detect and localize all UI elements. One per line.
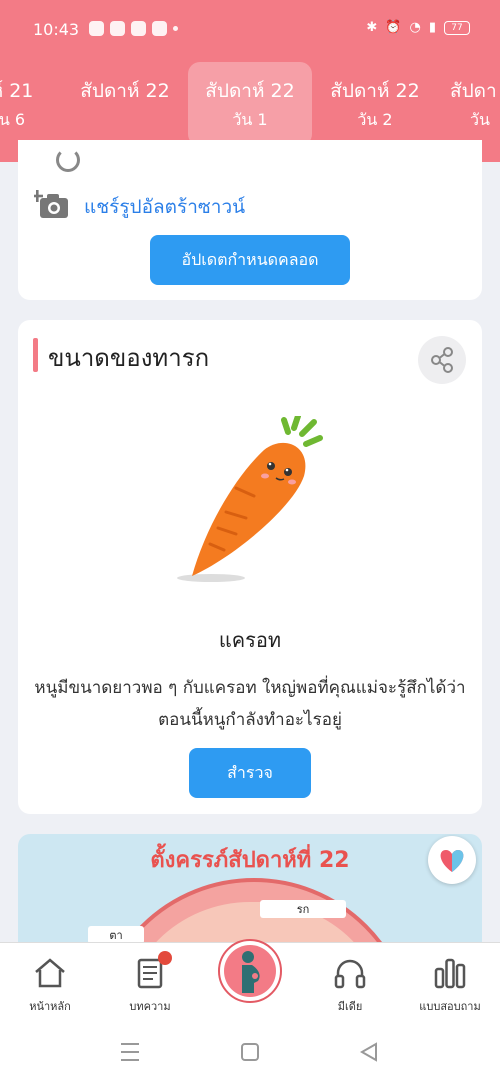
share-button[interactable] (418, 336, 466, 384)
heart-icon (440, 850, 464, 872)
week-tab-selected[interactable]: สัปดาห์ 22 วัน 1 (188, 62, 312, 146)
more-notifications-icon (173, 26, 178, 31)
back-icon[interactable] (359, 1042, 377, 1062)
nav-label: แบบสอบถาม (419, 1000, 481, 1013)
carrot-illustration (177, 416, 323, 582)
share-ultrasound-link[interactable]: แชร์รูปอัลตร้าซาวน์ (84, 192, 245, 222)
system-navigation-bar (0, 1022, 500, 1083)
nav-label: บทความ (129, 1000, 171, 1013)
bluetooth-icon: ✱ (366, 20, 378, 35)
message-app-icon (110, 21, 125, 36)
week-tab[interactable]: สัปดาห์ 22 (63, 62, 187, 146)
baby-size-card: ขนาดของทารก แครอท หนูมีขนาดยาวพอ ๆ กับแค… (18, 320, 482, 814)
heart-app-icon[interactable] (428, 836, 476, 884)
week-tab[interactable]: สัปดา วัน (430, 62, 500, 146)
banner-title: ตั้งครรภ์สัปดาห์ที่ 22 (150, 848, 350, 873)
add-photo-icon[interactable] (34, 188, 70, 220)
baby-size-title: ขนาดของทารก (48, 344, 210, 372)
home-square-icon[interactable] (241, 1043, 259, 1061)
update-due-date-button[interactable]: อัปเดตกำหนดคลอด (150, 235, 350, 285)
headphones-icon (334, 959, 366, 989)
nav-media[interactable]: มีเดีย (300, 943, 400, 1023)
app-icon (152, 21, 167, 36)
due-date-card: แชร์รูปอัลตร้าซาวน์ อัปเดตกำหนดคลอด (18, 140, 482, 300)
nav-articles[interactable]: บทความ (100, 943, 200, 1023)
nav-home[interactable]: หน้าหลัก (0, 943, 100, 1023)
signal-icon: ▮ (428, 20, 436, 35)
pregnant-woman-icon (242, 951, 260, 993)
nav-label: มีเดีย (337, 1000, 363, 1013)
partial-icon (56, 148, 80, 172)
alarm-icon: ⏰ (385, 20, 402, 35)
explore-button[interactable]: สำรวจ (189, 748, 311, 798)
nav-survey[interactable]: แบบสอบถาม (400, 943, 500, 1023)
app-header: 10:43 ✱ ⏰ ◔ ▮ 77 ห์ 21 น 6 สัปดาห์ 22 สั… (0, 0, 500, 162)
bar-chart-icon (434, 958, 466, 989)
baby-size-description: หนูมีขนาดยาวพอ ๆ กับแครอท ใหญ่พอที่คุณแม… (34, 678, 466, 730)
status-bar: 10:43 ✱ ⏰ ◔ ▮ 77 (0, 0, 500, 60)
week-selector[interactable]: ห์ 21 น 6 สัปดาห์ 22 สัปดาห์ 22 วัน 1 สั… (0, 62, 500, 146)
diagram-label: รก (260, 900, 346, 918)
nav-pregnancy[interactable] (218, 939, 282, 1003)
section-accent-bar (33, 338, 38, 372)
line-app-icon (89, 21, 104, 36)
menu-icon[interactable] (121, 1043, 139, 1061)
nav-label: หน้าหลัก (29, 1000, 71, 1013)
week-tab[interactable]: สัปดาห์ 22 วัน 2 (313, 62, 437, 146)
battery-icon: 77 (444, 20, 470, 35)
system-icons: ✱ ⏰ ◔ ▮ 77 (366, 20, 470, 35)
tiktok-app-icon (131, 21, 146, 36)
home-icon (35, 958, 65, 988)
status-time: 10:43 (33, 20, 80, 39)
notification-badge (158, 951, 172, 965)
fruit-name: แครอท (218, 628, 282, 652)
bottom-navigation: หน้าหลัก บทความ มีเดีย แบบสอบถาม (0, 939, 500, 1023)
wifi-icon: ◔ (409, 20, 421, 35)
notification-icons (89, 21, 178, 36)
share-icon (431, 347, 453, 373)
